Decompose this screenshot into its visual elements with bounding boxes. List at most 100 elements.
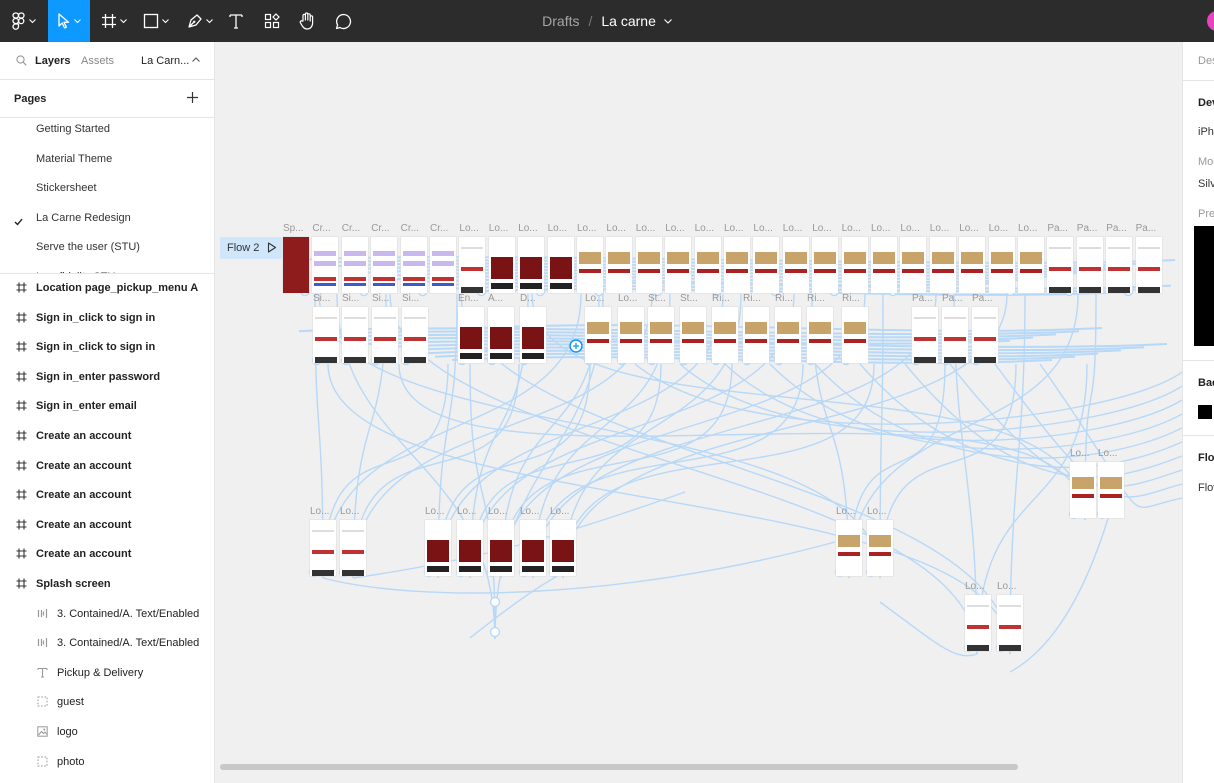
- layer-row[interactable]: guest: [0, 688, 215, 717]
- frame-thumbnail[interactable]: [430, 237, 456, 293]
- frame-label[interactable]: Lo...: [871, 223, 890, 234]
- frame-thumbnail[interactable]: [1076, 237, 1103, 293]
- background-color-swatch[interactable]: [1198, 405, 1212, 419]
- frame-label[interactable]: Lo...: [724, 223, 743, 234]
- frame-thumbnail[interactable]: [812, 237, 839, 293]
- frame-label[interactable]: Lo...: [695, 223, 714, 234]
- flow-starting-point[interactable]: Flow 2: [220, 237, 282, 259]
- layer-row[interactable]: Pickup & Delivery: [0, 659, 215, 688]
- frame-thumbnail[interactable]: [550, 520, 576, 576]
- frame-label[interactable]: Lo...: [1098, 448, 1117, 459]
- frame-label[interactable]: Lo...: [550, 506, 569, 517]
- frame-thumbnail[interactable]: [585, 307, 611, 363]
- frame-thumbnail[interactable]: [1070, 462, 1096, 518]
- frame-label[interactable]: Lo...: [900, 223, 919, 234]
- horizontal-scrollbar[interactable]: [220, 764, 1018, 770]
- layer-row[interactable]: Create an account: [0, 452, 215, 481]
- frame-label[interactable]: Pa...: [972, 293, 993, 304]
- frame-label[interactable]: Lo...: [867, 506, 886, 517]
- layer-row[interactable]: Location page_pickup_menu A: [0, 274, 215, 303]
- frame-label[interactable]: Pa...: [1136, 223, 1157, 234]
- frame-label[interactable]: Lo...: [959, 223, 978, 234]
- frame-label[interactable]: Lo...: [577, 223, 596, 234]
- frame-label[interactable]: Si...: [372, 293, 389, 304]
- frame-label[interactable]: Pa...: [1077, 223, 1098, 234]
- prototype-connection[interactable]: [904, 363, 1182, 478]
- resources-button[interactable]: [259, 0, 285, 42]
- frame-thumbnail[interactable]: [648, 307, 674, 363]
- frame-thumbnail[interactable]: [842, 307, 868, 363]
- layer-row[interactable]: Splash screen: [0, 570, 215, 599]
- frame-thumbnail[interactable]: [371, 237, 398, 293]
- layer-row[interactable]: Create an account: [0, 481, 215, 510]
- frame-label[interactable]: Lo...: [1070, 448, 1089, 459]
- frame-thumbnail[interactable]: [618, 307, 644, 363]
- frame-thumbnail[interactable]: [1018, 237, 1044, 293]
- frame-label[interactable]: Lo...: [812, 223, 831, 234]
- frame-label[interactable]: Lo...: [489, 223, 508, 234]
- frame-label[interactable]: Ri...: [712, 293, 730, 304]
- frame-label[interactable]: Lo...: [989, 223, 1008, 234]
- frame-thumbnail[interactable]: [929, 237, 956, 293]
- frame-thumbnail[interactable]: [988, 237, 1015, 293]
- frame-label[interactable]: Cr...: [401, 223, 419, 234]
- frame-label[interactable]: Lo...: [842, 223, 861, 234]
- prototype-connection[interactable]: [562, 363, 875, 579]
- layer-row[interactable]: Create an account: [0, 511, 215, 540]
- frame-thumbnail[interactable]: [520, 520, 546, 576]
- layer-row[interactable]: photo: [0, 748, 215, 777]
- frame-label[interactable]: Cr...: [430, 223, 448, 234]
- frame-label[interactable]: Lo...: [665, 223, 684, 234]
- frame-label[interactable]: St...: [680, 293, 698, 304]
- frame-label[interactable]: Sp...: [283, 223, 304, 234]
- frame-thumbnail[interactable]: [942, 307, 968, 363]
- page-item[interactable]: Getting Started: [36, 123, 110, 135]
- page-item[interactable]: La Carne Redesign: [36, 212, 131, 224]
- frame-thumbnail[interactable]: [342, 307, 368, 363]
- frame-thumbnail[interactable]: [635, 237, 662, 293]
- layer-row[interactable]: 3. Contained/A. Text/Enabled: [0, 600, 215, 629]
- avatar[interactable]: [1207, 11, 1214, 31]
- frame-thumbnail[interactable]: [782, 237, 809, 293]
- frame-label[interactable]: Lo...: [518, 223, 537, 234]
- frame-label[interactable]: Lo...: [310, 506, 329, 517]
- frame-label[interactable]: Lo...: [520, 506, 539, 517]
- prototype-connection[interactable]: [352, 491, 686, 579]
- frame-label[interactable]: Lo...: [836, 506, 855, 517]
- move-tool-button[interactable]: [48, 0, 90, 42]
- frame-thumbnail[interactable]: [836, 520, 862, 576]
- connection-node[interactable]: [489, 596, 501, 608]
- frame-thumbnail[interactable]: [310, 520, 336, 576]
- pen-tool-button[interactable]: [182, 0, 218, 42]
- canvas[interactable]: Flow 2 Sp... Cr... Cr... Cr... Cr... Cr... Lo.…: [215, 42, 1182, 783]
- connection-node[interactable]: [489, 626, 501, 638]
- frame-thumbnail[interactable]: [867, 520, 893, 576]
- frame-label[interactable]: Pa...: [942, 293, 963, 304]
- play-icon[interactable]: [267, 242, 277, 253]
- frame-label[interactable]: Lo...: [457, 506, 476, 517]
- frame-label[interactable]: Lo...: [606, 223, 625, 234]
- frame-thumbnail[interactable]: [313, 307, 339, 363]
- frame-label[interactable]: St...: [648, 293, 666, 304]
- frame-label[interactable]: Lo...: [548, 223, 567, 234]
- frame-label[interactable]: D...: [520, 293, 536, 304]
- frame-label[interactable]: Lo...: [1018, 223, 1037, 234]
- frame-thumbnail[interactable]: [665, 237, 692, 293]
- tab-layers[interactable]: Layers: [35, 55, 70, 67]
- frame-label[interactable]: Lo...: [783, 223, 802, 234]
- device-select[interactable]: iPho: [1198, 126, 1214, 138]
- frame-label[interactable]: Lo...: [340, 506, 359, 517]
- frame-thumbnail[interactable]: [283, 237, 309, 293]
- frame-thumbnail[interactable]: [457, 520, 483, 576]
- frame-tool-button[interactable]: [96, 0, 132, 42]
- frame-label[interactable]: Si...: [402, 293, 419, 304]
- frame-thumbnail[interactable]: [400, 237, 427, 293]
- frame-label[interactable]: A...: [488, 293, 503, 304]
- add-page-icon[interactable]: [186, 91, 199, 104]
- layer-row[interactable]: Sign in_enter password: [0, 363, 215, 392]
- frame-thumbnail[interactable]: [743, 307, 769, 363]
- shape-tool-button[interactable]: [138, 0, 174, 42]
- frame-thumbnail[interactable]: [341, 237, 368, 293]
- model-select[interactable]: Silv: [1198, 178, 1214, 190]
- frame-label[interactable]: Cr...: [342, 223, 360, 234]
